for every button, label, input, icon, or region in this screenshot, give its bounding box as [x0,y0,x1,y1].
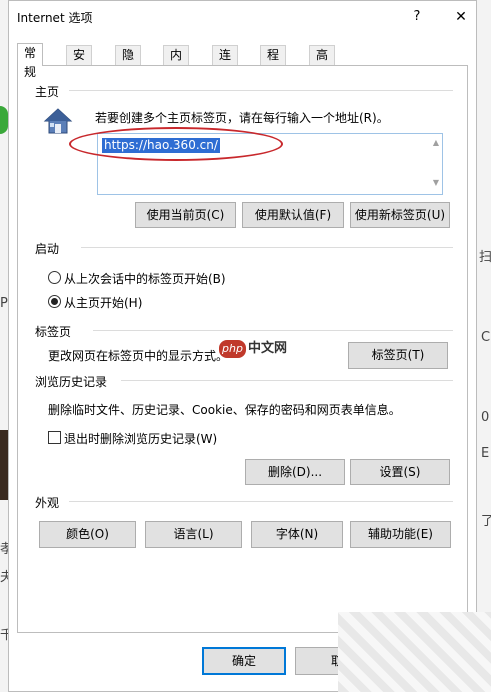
watermark: php 中文网 [219,339,287,358]
history-description: 删除临时文件、历史记录、Cookie、保存的密码和网页表单信息。 [48,403,401,417]
section-separator [121,380,453,381]
use-current-button[interactable]: 使用当前页(C) [135,202,236,228]
delete-history-button[interactable]: 删除(D)... [245,459,345,485]
colors-button[interactable]: 颜色(O) [39,521,136,548]
tab-connections[interactable]: 连接 [212,45,239,81]
appearance-section-title: 外观 [35,494,64,511]
section-separator [69,90,453,91]
url-box-scrollbar[interactable]: ▲ ▼ [432,138,440,190]
internet-options-dialog: Internet 选项 ? ✕ 常规 安全 隐私 内容 连接 程序 高级 主页 … [8,0,477,692]
section-separator [93,330,453,331]
section-separator [69,501,453,502]
background-left [0,0,8,692]
languages-button[interactable]: 语言(L) [145,521,242,548]
delete-history-on-exit-checkbox[interactable] [48,431,61,444]
startup-last-session-label[interactable]: 从上次会话中的标签页开始(B) [64,270,226,287]
background-glyph: C [481,330,491,345]
section-separator [81,247,453,248]
highlight-annotation [69,127,283,161]
ok-button[interactable]: 确定 [202,647,286,675]
close-button[interactable]: ✕ [449,5,473,29]
home-description: 若要创建多个主页标签页，请在每行输入一个地址(R)。 [95,111,389,125]
use-default-button[interactable]: 使用默认值(F) [242,202,344,228]
help-button[interactable]: ? [405,5,429,29]
house-icon [43,108,73,134]
history-section-title: 浏览历史记录 [35,373,112,390]
background-dark-image [0,430,8,500]
tab-security[interactable]: 安全 [66,45,93,81]
delete-history-on-exit-label[interactable]: 退出时删除浏览历史记录(W) [64,430,217,447]
startup-last-session-radio[interactable] [48,271,61,284]
background-glyph: E [481,446,490,461]
startup-section-title: 启动 [35,240,64,257]
startup-home-page-radio[interactable] [48,295,61,308]
background-green-shape [0,106,8,134]
title-bar[interactable]: Internet 选项 ? ✕ [9,1,476,33]
tabs-section-description: 更改网页在标签页中的显示方式。 [48,349,229,363]
tabs-settings-button[interactable]: 标签页(T) [348,342,448,369]
tabs-section-title: 标签页 [35,323,76,340]
home-section-title: 主页 [35,83,64,100]
fonts-button[interactable]: 字体(N) [251,521,343,548]
accessibility-button[interactable]: 辅助功能(E) [350,521,451,548]
pixelated-overlay [338,612,491,692]
tab-programs[interactable]: 程序 [260,45,287,81]
tab-advanced[interactable]: 高级 [309,45,336,81]
background-glyph: 扫 [479,250,491,265]
tab-privacy[interactable]: 隐私 [115,45,142,81]
background-glyph: 了 [481,514,491,529]
tab-content[interactable]: 内容 [163,45,190,81]
watermark-text: 中文网 [247,341,287,356]
startup-home-page-label[interactable]: 从主页开始(H) [64,294,142,311]
background-glyph: P [0,296,8,311]
window-title: Internet 选项 [17,11,93,25]
tab-general[interactable]: 常规 [17,43,44,79]
background-right [477,0,491,692]
use-new-tab-button[interactable]: 使用新标签页(U) [350,202,450,228]
history-settings-button[interactable]: 设置(S) [350,459,450,485]
background-glyph: 0 [481,410,490,425]
watermark-logo: php [219,340,246,358]
